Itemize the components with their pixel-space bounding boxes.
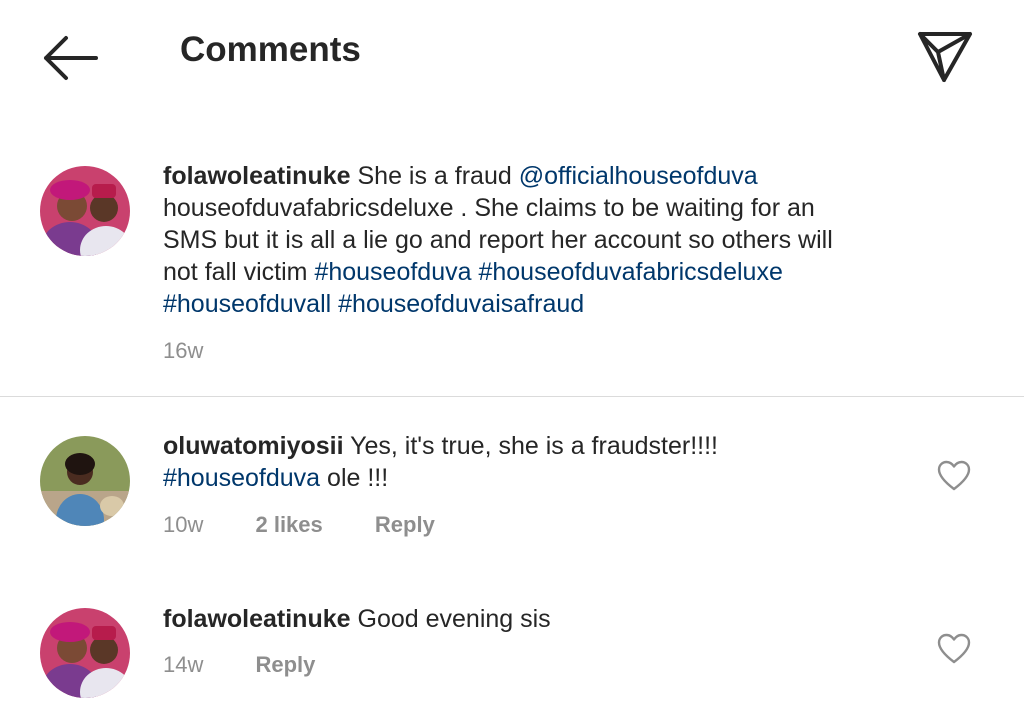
timestamp: 16w (163, 338, 204, 363)
comment-body: Yes, it's true, she is a fraudster!!!! (350, 432, 719, 460)
comment-line: folawoleatinuke Good evening sis (163, 603, 551, 635)
reply-button[interactable]: Reply (255, 652, 315, 677)
caption-meta: 16w (163, 338, 249, 364)
caption-line: folawoleatinuke She is a fraud @official… (163, 160, 833, 192)
mention-link[interactable]: @officialhouseofduva (519, 162, 758, 190)
page-title: Comments (180, 30, 361, 69)
avatar[interactable] (40, 608, 130, 698)
caption-line: not fall victim #houseofduva #houseofduv… (163, 256, 833, 288)
arrow-left-icon (44, 36, 98, 80)
avatar-image (40, 436, 130, 526)
timestamp: 10w (163, 512, 204, 537)
comment-body: ole !!! (320, 464, 389, 492)
hashtag-link[interactable]: #houseofduva (163, 464, 320, 492)
reply-button[interactable]: Reply (375, 512, 435, 537)
avatar[interactable] (40, 166, 130, 256)
like-button[interactable] (937, 460, 971, 492)
avatar-image (40, 608, 130, 698)
heart-icon (937, 460, 971, 491)
comment-username[interactable]: oluwatomiyosii (163, 432, 344, 460)
comment-meta: 10w 2 likes Reply (163, 512, 481, 538)
caption-text-part: not fall victim (163, 258, 308, 286)
hashtag-link[interactable]: #houseofduva #houseofduvafabricsdeluxe (314, 258, 782, 286)
caption-username[interactable]: folawoleatinuke (163, 162, 351, 190)
avatar-image (40, 166, 130, 256)
paper-plane-icon (918, 32, 972, 82)
caption-line: SMS but it is all a lie go and report he… (163, 226, 833, 254)
comment-text: oluwatomiyosii Yes, it's true, she is a … (163, 430, 718, 494)
caption-block: folawoleatinuke She is a fraud @official… (0, 150, 1024, 397)
caption-text: folawoleatinuke She is a fraud @official… (163, 160, 833, 320)
share-button[interactable] (912, 24, 978, 88)
comment-body: Good evening sis (357, 605, 551, 633)
caption-text-part: She is a fraud (357, 162, 512, 190)
comment-username[interactable]: folawoleatinuke (163, 605, 351, 633)
comment-meta: 14w Reply (163, 652, 361, 678)
back-button[interactable] (38, 28, 102, 84)
like-button[interactable] (937, 633, 971, 665)
heart-icon (937, 633, 971, 664)
comment-text: folawoleatinuke Good evening sis (163, 603, 551, 635)
avatar[interactable] (40, 436, 130, 526)
hashtag-link[interactable]: #houseofduvall #houseofduvaisafraud (163, 288, 833, 320)
caption-line: houseofduvafabricsdeluxe . She claims to… (163, 194, 815, 222)
comment-line: oluwatomiyosii Yes, it's true, she is a … (163, 430, 718, 462)
header-bar: Comments (0, 0, 1024, 110)
comment-line: #houseofduva ole !!! (163, 462, 718, 494)
timestamp: 14w (163, 652, 204, 677)
likes-count[interactable]: 2 likes (255, 512, 322, 537)
